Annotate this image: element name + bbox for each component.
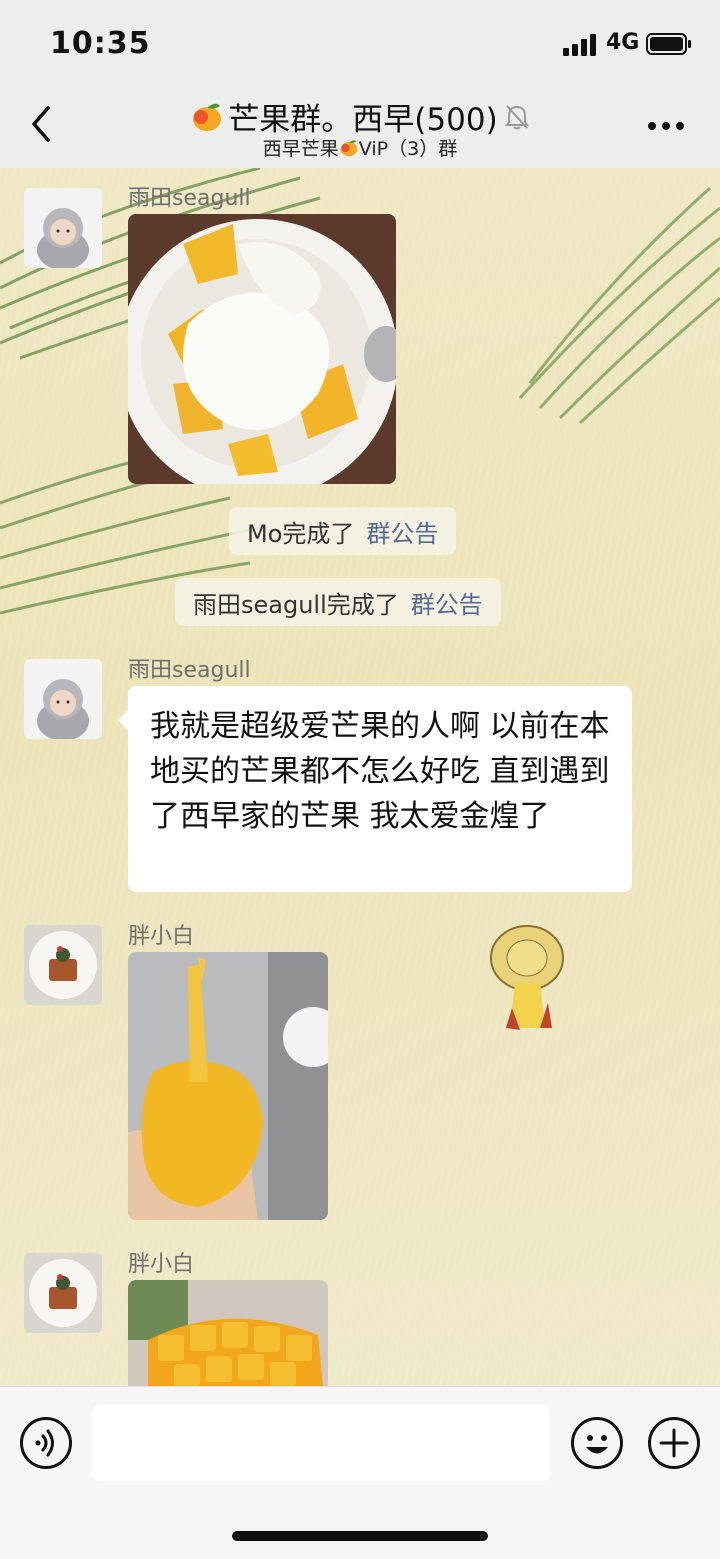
home-indicator[interactable] [232, 1531, 488, 1541]
chat-title: 芒果群。西早(500) [228, 102, 498, 138]
mango-icon [340, 140, 358, 157]
sender-name: 雨田seagull [128, 186, 251, 211]
emoji-button[interactable] [571, 1417, 623, 1469]
voice-input-button[interactable] [20, 1417, 72, 1469]
message-input[interactable] [92, 1405, 550, 1481]
network-type: 4G [606, 30, 640, 55]
avatar-pangxiaobai[interactable] [24, 925, 102, 1005]
plus-icon [659, 1428, 689, 1458]
system-notice: Mo完成了 群公告 [229, 507, 457, 555]
more-options-icon[interactable] [644, 118, 688, 132]
more-functions-button[interactable] [648, 1417, 700, 1469]
subtitle-left: 西早芒果 [262, 138, 339, 160]
sender-name: 胖小白 [128, 924, 195, 949]
navigation-bar: 10:35 4G 芒果群。西早(500) 西早芒果 ViP（3）群 [0, 0, 720, 168]
avatar-pangxiaobai[interactable] [24, 1253, 102, 1333]
sender-name: 雨田seagull [128, 658, 251, 683]
system-text: Mo完成了 [247, 519, 355, 548]
signal-icon [563, 34, 599, 56]
status-time: 10:35 [50, 26, 151, 61]
avatar-seagull[interactable] [24, 188, 102, 268]
chat-subtitle: 西早芒果 ViP（3）群 [0, 134, 720, 161]
avatar-seagull[interactable] [24, 659, 102, 739]
chat-screen: 10:35 4G 芒果群。西早(500) 西早芒果 ViP（3）群 雨田seag… [0, 0, 720, 1559]
subtitle-right: ViP（3）群 [358, 138, 458, 160]
chat-title-row[interactable]: 芒果群。西早(500) [0, 94, 720, 139]
muted-bell-icon [504, 104, 529, 129]
mango-icon [193, 103, 222, 131]
system-text: 雨田seagull完成了 [193, 590, 399, 619]
system-notice: 雨田seagull完成了 群公告 [175, 578, 501, 626]
sender-name: 胖小白 [128, 1252, 195, 1277]
smiley-icon [586, 1435, 608, 1454]
battery-icon [646, 33, 691, 55]
announcement-link[interactable]: 群公告 [411, 585, 483, 620]
mango-yogurt-photo[interactable] [128, 214, 396, 484]
voice-icon [35, 1429, 54, 1457]
girl-illustration [490, 925, 564, 1030]
mango-on-stick-photo[interactable] [128, 952, 328, 1220]
chat-input-bar [0, 1386, 720, 1559]
text-message-bubble[interactable]: 我就是超级爱芒果的人啊 以前在本地买的芒果都不怎么好吃 直到遇到了西早家的芒果 … [118, 686, 632, 892]
cubed-mango-photo[interactable] [128, 1280, 328, 1386]
announcement-link[interactable]: 群公告 [366, 514, 438, 549]
